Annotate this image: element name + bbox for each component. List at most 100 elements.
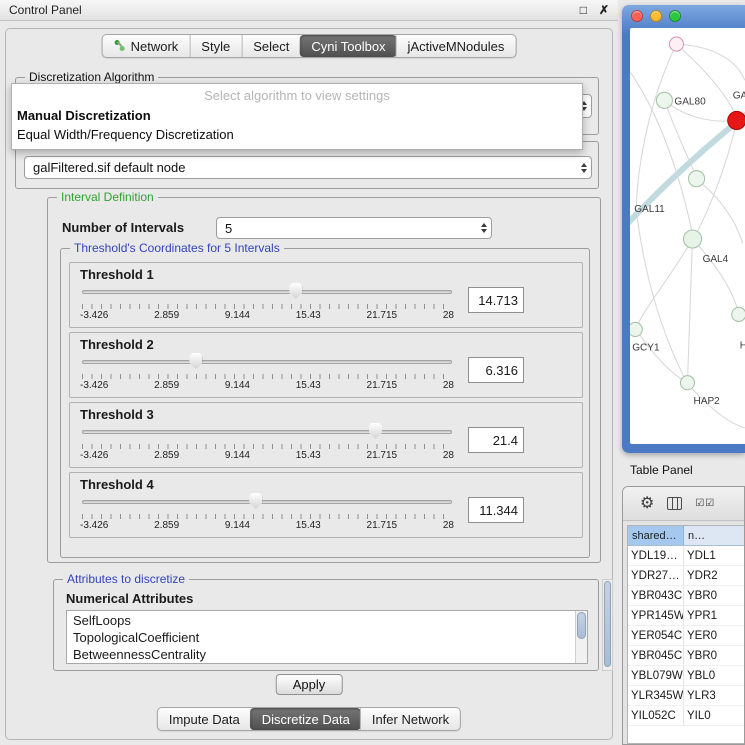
tab-style-label: Style xyxy=(201,39,230,54)
attr-items: SelfLoopsTopologicalCoefficientBetweenne… xyxy=(67,612,575,663)
node-label: H xyxy=(740,341,745,352)
bottom-tab-strip: Impute DataDiscretize DataInfer Network xyxy=(157,707,461,731)
network-node[interactable] xyxy=(680,376,694,390)
table-row[interactable]: YLR345WYLR3 xyxy=(628,686,745,706)
network-node[interactable] xyxy=(669,37,683,51)
attributes-scrollbar[interactable] xyxy=(575,611,587,663)
tab-select[interactable]: Select xyxy=(241,35,300,57)
table-panel-title: Table Panel xyxy=(630,463,693,477)
cell-shared-name: YLR345W xyxy=(628,686,684,705)
network-view-window: GAL80GAL4GCY1HAP2GAL11GAH xyxy=(622,5,745,453)
network-edge[interactable] xyxy=(697,179,743,243)
threshold-slider[interactable]: -3.4262.8599.14415.4321.71528 xyxy=(80,423,454,463)
tab-infer-network[interactable]: Infer Network xyxy=(360,708,460,730)
attribute-item-topologicalcoefficient[interactable]: TopologicalCoefficient xyxy=(67,629,575,646)
tab-impute-data[interactable]: Impute Data xyxy=(158,708,251,730)
threshold-list: Threshold 1-3.4262.8599.14415.4321.71528… xyxy=(61,262,589,538)
scrollbar-thumb[interactable] xyxy=(604,581,611,667)
network-canvas[interactable]: GAL80GAL4GCY1HAP2GAL11GAH xyxy=(630,28,745,444)
slider-track xyxy=(82,500,452,504)
table-data-combo[interactable]: galFiltered.sif default node xyxy=(24,156,592,179)
apply-button[interactable]: Apply xyxy=(276,674,343,695)
numerical-attributes-list[interactable]: SelfLoopsTopologicalCoefficientBetweenne… xyxy=(66,610,588,664)
table-row[interactable]: YBR045CYBR0 xyxy=(628,646,745,666)
threshold-row: -3.4262.8599.14415.4321.715286.316 xyxy=(76,353,576,393)
number-of-intervals-combo[interactable]: 5 xyxy=(216,217,492,239)
network-node[interactable] xyxy=(728,111,745,129)
tick-label: 21.715 xyxy=(367,450,398,461)
network-node[interactable] xyxy=(656,92,672,108)
row-select-icons[interactable]: ☑☑ xyxy=(695,498,715,509)
table-row[interactable]: YDL19…YDL1 xyxy=(628,546,745,566)
tab-select-label: Select xyxy=(253,39,289,54)
threshold-row: -3.4262.8599.14415.4321.7152811.344 xyxy=(76,493,576,533)
table-panel-header: Table Panel xyxy=(619,457,745,483)
network-edge[interactable] xyxy=(693,239,739,313)
numerical-attributes-label: Numerical Attributes xyxy=(66,591,193,606)
settings-gear-icon[interactable]: ⚙ xyxy=(640,496,654,512)
table-row[interactable]: YDR27…YDR2 xyxy=(628,566,745,586)
network-edge[interactable] xyxy=(636,209,686,382)
table-row[interactable]: YBR043CYBR0 xyxy=(628,586,745,606)
slider-handle[interactable] xyxy=(289,283,302,299)
dropdown-item-equal-width-frequency-discretization[interactable]: Equal Width/Frequency Discretization xyxy=(12,125,582,144)
network-edge[interactable] xyxy=(636,239,692,327)
column-visibility-icon[interactable] xyxy=(667,497,682,510)
network-node[interactable] xyxy=(630,322,642,336)
threshold-label: Threshold 1 xyxy=(76,266,576,282)
threshold-slider[interactable]: -3.4262.8599.14415.4321.71528 xyxy=(80,493,454,533)
cell-shared-name: YBL079W xyxy=(628,666,684,685)
threshold-row: -3.4262.8599.14415.4321.71528 14.713 xyxy=(76,283,576,323)
network-node[interactable] xyxy=(683,230,701,248)
attribute-item-selfloops[interactable]: SelfLoops xyxy=(67,612,575,629)
table-row[interactable]: YER054CYER0 xyxy=(628,626,745,646)
slider-tick-labels: -3.4262.8599.14415.4321.71528 xyxy=(80,520,454,531)
slider-handle[interactable] xyxy=(369,423,382,439)
network-edge[interactable] xyxy=(636,329,685,381)
tick-label: 2.859 xyxy=(154,310,179,321)
tab-cyni-toolbox-label: Cyni Toolbox xyxy=(311,39,385,54)
network-edge[interactable] xyxy=(688,239,693,382)
interval-definition-group: Interval Definition Number of Intervals … xyxy=(47,197,601,563)
minimize-traffic-icon[interactable] xyxy=(650,10,662,22)
table-row[interactable]: YPR145WYPR1 xyxy=(628,606,745,626)
slider-handle[interactable] xyxy=(249,493,262,509)
column-header-n[interactable]: n… xyxy=(684,526,745,545)
network-edge[interactable] xyxy=(676,44,744,80)
tab-jactivemnodules[interactable]: jActiveMNodules xyxy=(396,35,516,57)
tab-cyni-toolbox[interactable]: Cyni Toolbox xyxy=(299,35,396,57)
cell-shared-name: YDR27… xyxy=(628,566,684,585)
panel-scrollbar[interactable] xyxy=(602,579,613,671)
tick-label: 21.715 xyxy=(367,380,398,391)
column-header-shared[interactable]: shared… xyxy=(628,526,684,545)
table-row[interactable]: YIL052CYIL0 xyxy=(628,706,745,726)
attributes-group: Attributes to discretize Numerical Attri… xyxy=(53,579,599,671)
network-node[interactable] xyxy=(689,171,705,187)
threshold-slider[interactable]: -3.4262.8599.14415.4321.71528 xyxy=(80,283,454,323)
zoom-traffic-icon[interactable] xyxy=(669,10,681,22)
tab-network[interactable]: Network xyxy=(103,35,190,57)
control-panel-titlebar: Control Panel □ ✗ xyxy=(0,0,618,21)
close-window-icon[interactable]: ✗ xyxy=(599,3,609,17)
float-window-icon[interactable]: □ xyxy=(580,3,587,17)
slider-handle[interactable] xyxy=(189,353,202,369)
tab-style[interactable]: Style xyxy=(189,35,241,57)
cell-name: YBR0 xyxy=(684,586,745,605)
attribute-item-betweennesscentrality[interactable]: BetweennessCentrality xyxy=(67,646,575,663)
cell-name: YBL0 xyxy=(684,666,745,685)
table-row[interactable]: YBL079WYBL0 xyxy=(628,666,745,686)
combo-stepper-icon xyxy=(475,223,487,233)
close-traffic-icon[interactable] xyxy=(631,10,643,22)
threshold-label: Threshold 2 xyxy=(76,336,576,352)
node-label: GA xyxy=(733,90,745,101)
network-edge[interactable] xyxy=(664,100,696,176)
tab-jactivemnodules-label: jActiveMNodules xyxy=(408,39,505,54)
scrollbar-thumb[interactable] xyxy=(577,612,586,639)
tab-discretize-data[interactable]: Discretize Data xyxy=(250,708,361,730)
network-canvas-container[interactable]: GAL80GAL4GCY1HAP2GAL11GAH xyxy=(630,28,745,444)
network-node[interactable] xyxy=(732,307,745,321)
threshold-panel-2: Threshold 2-3.4262.8599.14415.4321.71528… xyxy=(69,332,583,398)
dropdown-item-manual-discretization[interactable]: Manual Discretization xyxy=(12,106,582,125)
threshold-value: 14.713 xyxy=(468,287,524,313)
threshold-slider[interactable]: -3.4262.8599.14415.4321.71528 xyxy=(80,353,454,393)
